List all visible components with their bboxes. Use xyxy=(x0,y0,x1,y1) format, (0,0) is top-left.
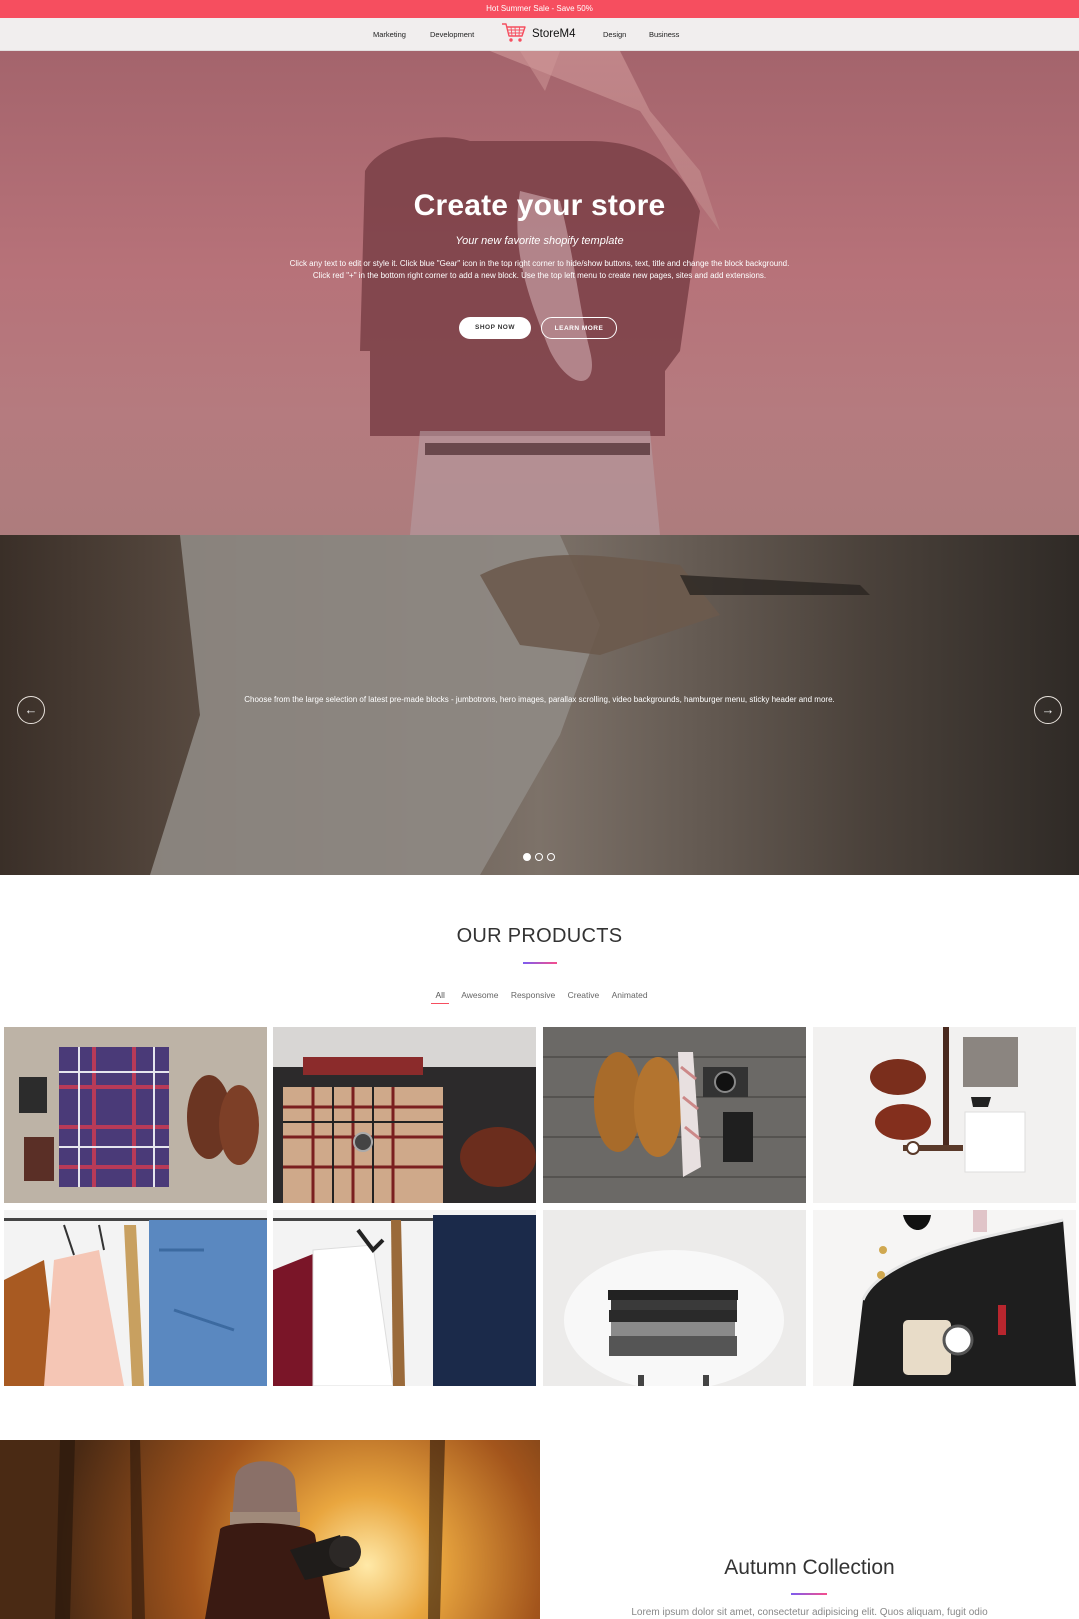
filter-responsive[interactable]: Responsive xyxy=(511,990,555,1003)
product-image-rack-jacket[interactable] xyxy=(4,1210,267,1386)
hero-section: Create your store Your new favorite shop… xyxy=(0,51,1079,535)
product-image-rack-blazer[interactable] xyxy=(273,1210,536,1386)
filter-awesome[interactable]: Awesome xyxy=(461,990,498,1003)
promo-text: Hot Summer Sale - Save 50% xyxy=(486,4,593,13)
autumn-title-underline xyxy=(791,1593,827,1595)
nav-link-development[interactable]: Development xyxy=(430,29,474,41)
main-nav: Marketing Development StoreM4 Design Bus… xyxy=(0,18,1079,51)
hero-background-image xyxy=(0,51,1079,535)
slider-indicators xyxy=(523,853,555,861)
products-title: OUR PRODUCTS xyxy=(456,925,623,947)
slider-background-image xyxy=(0,535,1079,875)
promo-bar: Hot Summer Sale - Save 50% xyxy=(0,0,1079,18)
title-underline xyxy=(523,962,557,964)
nav-link-marketing[interactable]: Marketing xyxy=(373,29,406,41)
slide-indicator-2[interactable] xyxy=(535,853,543,861)
hero-title: Create your store xyxy=(413,189,666,222)
autumn-collection-image xyxy=(0,1440,540,1619)
slider-next-button[interactable]: → xyxy=(1034,696,1062,724)
product-image-suitcase[interactable] xyxy=(273,1027,536,1203)
brand-logo[interactable]: StoreM4 xyxy=(501,21,576,48)
product-image-bag-accessories[interactable] xyxy=(813,1210,1076,1386)
slide-indicator-1[interactable] xyxy=(523,853,531,861)
learn-more-button[interactable]: LEARN MORE xyxy=(541,317,617,339)
nav-link-business[interactable]: Business xyxy=(649,29,679,41)
brand-name: StoreM4 xyxy=(532,28,576,40)
product-image-plaid-shirt[interactable] xyxy=(4,1027,267,1203)
filter-creative[interactable]: Creative xyxy=(568,990,600,1003)
product-image-boots-belt[interactable] xyxy=(813,1027,1076,1203)
nav-link-design[interactable]: Design xyxy=(603,29,626,41)
hero-subtitle: Your new favorite shopify template xyxy=(455,235,624,247)
cart-icon xyxy=(501,21,527,48)
filter-animated[interactable]: Animated xyxy=(612,990,648,1003)
product-filters: All Awesome Responsive Creative Animated xyxy=(0,990,1079,1004)
autumn-title: Autumn Collection xyxy=(724,1556,895,1579)
arrow-right-icon: → xyxy=(1041,702,1055,717)
slider-prev-button[interactable]: ← xyxy=(17,696,45,724)
autumn-description: Lorem ipsum dolor sit amet, consectetur … xyxy=(631,1607,988,1618)
slide-caption: Choose from the large selection of lates… xyxy=(244,695,835,704)
hero-description: Click any text to edit or style it. Clic… xyxy=(289,259,790,280)
arrow-left-icon: ← xyxy=(24,702,38,717)
shop-now-button[interactable]: SHOP NOW xyxy=(459,317,531,339)
filter-all[interactable]: All xyxy=(431,990,449,1004)
product-image-boots-tie[interactable] xyxy=(543,1027,806,1203)
product-image-folded-clothes[interactable] xyxy=(543,1210,806,1386)
slide-indicator-3[interactable] xyxy=(547,853,555,861)
image-slider: Choose from the large selection of lates… xyxy=(0,535,1079,875)
